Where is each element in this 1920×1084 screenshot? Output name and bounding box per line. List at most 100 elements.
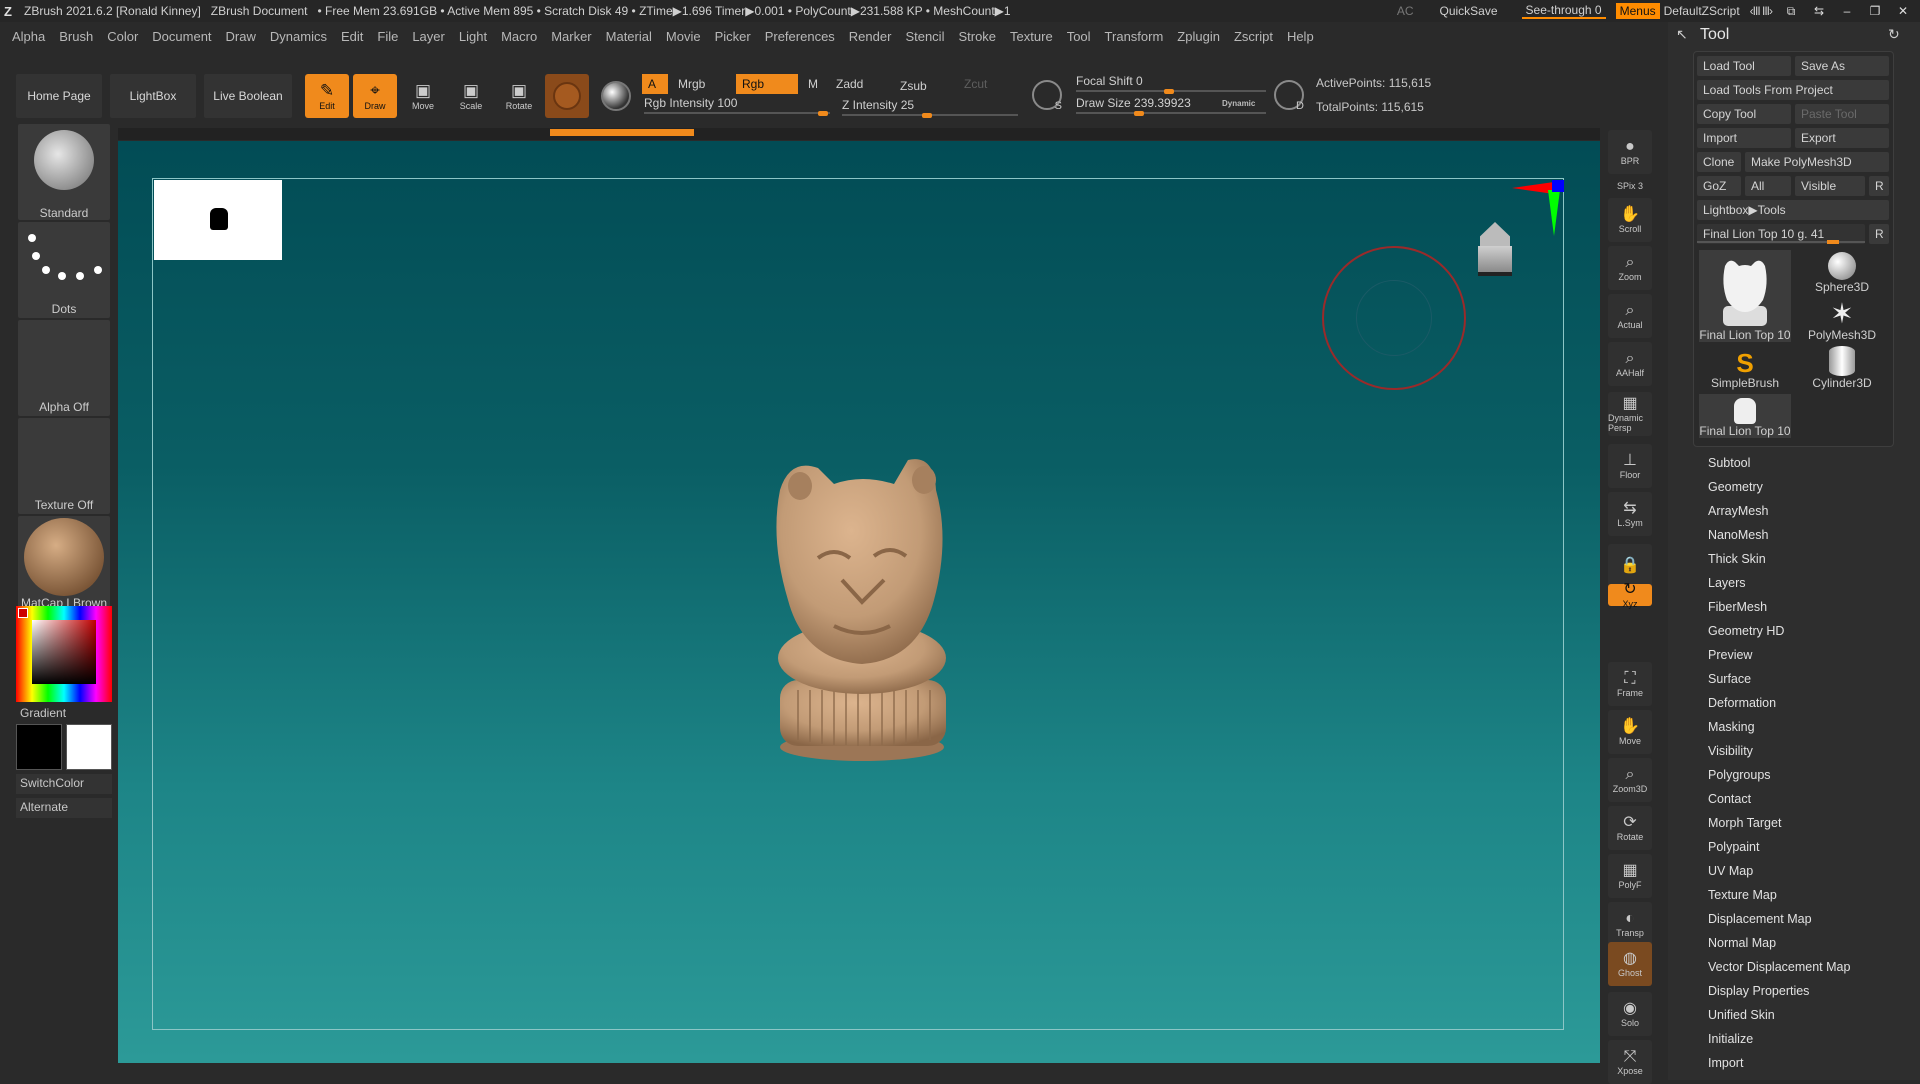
menu-picker[interactable]: Picker: [715, 29, 751, 44]
menu-render[interactable]: Render: [849, 29, 892, 44]
edit-button[interactable]: ✎ Edit: [305, 74, 349, 118]
save-as-button[interactable]: Save As: [1795, 56, 1889, 76]
menu-stroke[interactable]: Stroke: [958, 29, 996, 44]
subpalette-masking[interactable]: Masking: [1708, 720, 1755, 734]
menu-transform[interactable]: Transform: [1105, 29, 1164, 44]
subpalette-initialize[interactable]: Initialize: [1708, 1032, 1753, 1046]
menu-stencil[interactable]: Stencil: [905, 29, 944, 44]
layout-icon[interactable]: ‹III III›: [1750, 4, 1773, 18]
color-picker[interactable]: [16, 606, 112, 702]
see-through-slider[interactable]: See-through 0: [1521, 3, 1606, 19]
shelf-aahalf[interactable]: ⌕ AAHalf: [1608, 342, 1652, 386]
alternate-button[interactable]: Alternate: [16, 798, 112, 818]
goz-button[interactable]: GoZ: [1697, 176, 1741, 196]
home-page-button[interactable]: Home Page: [16, 74, 102, 118]
zadd-toggle[interactable]: Zadd: [830, 74, 888, 94]
subpalette-polypaint[interactable]: Polypaint: [1708, 840, 1759, 854]
paste-tool-button[interactable]: Paste Tool: [1795, 104, 1889, 124]
stroke-button[interactable]: Dots: [18, 222, 110, 318]
subpalette-deformation[interactable]: Deformation: [1708, 696, 1776, 710]
move-button[interactable]: ▣ Move: [401, 74, 445, 118]
subpalette-geometry-hd[interactable]: Geometry HD: [1708, 624, 1784, 638]
draw-button[interactable]: ⌖ Draw: [353, 74, 397, 118]
shelf-xyz[interactable]: ↻ Xyz: [1608, 581, 1652, 609]
texture-button[interactable]: Texture Off: [18, 418, 110, 514]
shelf-scroll[interactable]: ✋ Scroll: [1608, 198, 1652, 242]
alpha-button[interactable]: Alpha Off: [18, 320, 110, 416]
tool-thumb-simplebrush[interactable]: S SimpleBrush: [1699, 346, 1791, 390]
current-tool-r-button[interactable]: R: [1869, 224, 1889, 244]
color-swatch-button[interactable]: [594, 74, 638, 118]
tool-thumb-final-lion-2[interactable]: Final Lion Top 10: [1699, 394, 1791, 438]
shelf-zoom[interactable]: ⌕ Zoom: [1608, 246, 1652, 290]
menu-edit[interactable]: Edit: [341, 29, 363, 44]
subpalette-surface[interactable]: Surface: [1708, 672, 1751, 686]
subpalette-uv-map[interactable]: UV Map: [1708, 864, 1753, 878]
pin-icon[interactable]: ↖: [1676, 26, 1688, 43]
menu-document[interactable]: Document: [152, 29, 211, 44]
ac-indicator[interactable]: AC: [1397, 4, 1414, 18]
clone-button[interactable]: Clone: [1697, 152, 1741, 172]
rgb-toggle[interactable]: Rgb: [736, 74, 798, 94]
menu-zscript[interactable]: Zscript: [1234, 29, 1273, 44]
live-boolean-button[interactable]: Live Boolean: [204, 74, 292, 118]
menu-preferences[interactable]: Preferences: [765, 29, 835, 44]
material-swatch-button[interactable]: [545, 74, 589, 118]
navigation-cube-icon[interactable]: [1468, 222, 1524, 292]
gradient-button[interactable]: Gradient: [20, 706, 66, 720]
switchcolor-button[interactable]: SwitchColor: [16, 774, 112, 794]
menu-dynamics[interactable]: Dynamics: [270, 29, 327, 44]
shelf-l-sym[interactable]: ⇆ L.Sym: [1608, 492, 1652, 536]
copy-tool-button[interactable]: Copy Tool: [1697, 104, 1791, 124]
rgb-intensity-slider[interactable]: Rgb Intensity 100: [644, 96, 830, 116]
subpalette-subtool[interactable]: Subtool: [1708, 456, 1750, 470]
subpalette-displacement-map[interactable]: Displacement Map: [1708, 912, 1812, 926]
brush-button[interactable]: Standard: [18, 124, 110, 220]
tool-thumb-polymesh3d[interactable]: ✶ PolyMesh3D: [1796, 298, 1888, 343]
shelf-transp[interactable]: ◐ Transp: [1608, 902, 1652, 946]
shelf-solo[interactable]: ◉ Solo: [1608, 992, 1652, 1036]
subpalette-fibermesh[interactable]: FiberMesh: [1708, 600, 1767, 614]
subpalette-normal-map[interactable]: Normal Map: [1708, 936, 1776, 950]
default-zscript-button[interactable]: DefaultZScript: [1664, 4, 1740, 18]
shelf-actual[interactable]: ⌕ Actual: [1608, 294, 1652, 338]
material-button[interactable]: MatCap LBrown: [18, 516, 110, 612]
secondary-color-swatch[interactable]: [16, 724, 62, 770]
export-button[interactable]: Export: [1795, 128, 1889, 148]
zcut-toggle[interactable]: Zcut: [958, 74, 1008, 94]
shelf-ghost[interactable]: ◍ Ghost: [1608, 942, 1652, 986]
shelf-floor[interactable]: ⊥ Floor: [1608, 444, 1652, 488]
shelf-rotate[interactable]: ⟳ Rotate: [1608, 806, 1652, 850]
lightbox-tools-button[interactable]: Lightbox▶Tools: [1697, 200, 1889, 220]
menu-layer[interactable]: Layer: [412, 29, 445, 44]
menus-toggle[interactable]: Menus: [1615, 3, 1660, 19]
rotate-button[interactable]: ▣ Rotate: [497, 74, 541, 118]
focal-shift-slider[interactable]: Focal Shift 0: [1076, 74, 1266, 94]
menu-zplugin[interactable]: Zplugin: [1177, 29, 1220, 44]
a-toggle[interactable]: A: [642, 74, 668, 94]
shelf-polyf[interactable]: ▦ PolyF: [1608, 854, 1652, 898]
subpalette-texture-map[interactable]: Texture Map: [1708, 888, 1777, 902]
shelf-dynamic-persp[interactable]: ▦ Dynamic Persp: [1608, 392, 1652, 436]
load-tool-button[interactable]: Load Tool: [1697, 56, 1791, 76]
menu-file[interactable]: File: [377, 29, 398, 44]
zsub-toggle[interactable]: Zsub: [894, 76, 954, 96]
menu-marker[interactable]: Marker: [551, 29, 591, 44]
menu-brush[interactable]: Brush: [59, 29, 93, 44]
subpalette-polygroups[interactable]: Polygroups: [1708, 768, 1771, 782]
shelf-bpr[interactable]: ● BPR: [1608, 130, 1652, 174]
menu-help[interactable]: Help: [1287, 29, 1314, 44]
scale-button[interactable]: ▣ Scale: [449, 74, 493, 118]
restore-icon[interactable]: ❐: [1866, 4, 1884, 18]
mrgb-toggle[interactable]: Mrgb: [672, 74, 732, 94]
subpalette-vector-displacement-map[interactable]: Vector Displacement Map: [1708, 960, 1850, 974]
subpalette-arraymesh[interactable]: ArrayMesh: [1708, 504, 1768, 518]
primary-color-swatch[interactable]: [66, 724, 112, 770]
tool-thumb-sphere3d[interactable]: Sphere3D: [1796, 250, 1888, 294]
lion-bust-model[interactable]: [738, 450, 990, 770]
make-polymesh3d-button[interactable]: Make PolyMesh3D: [1745, 152, 1889, 172]
load-tools-from-project-button[interactable]: Load Tools From Project: [1697, 80, 1889, 100]
menu-macro[interactable]: Macro: [501, 29, 537, 44]
menu-tool[interactable]: Tool: [1067, 29, 1091, 44]
menu-texture[interactable]: Texture: [1010, 29, 1053, 44]
